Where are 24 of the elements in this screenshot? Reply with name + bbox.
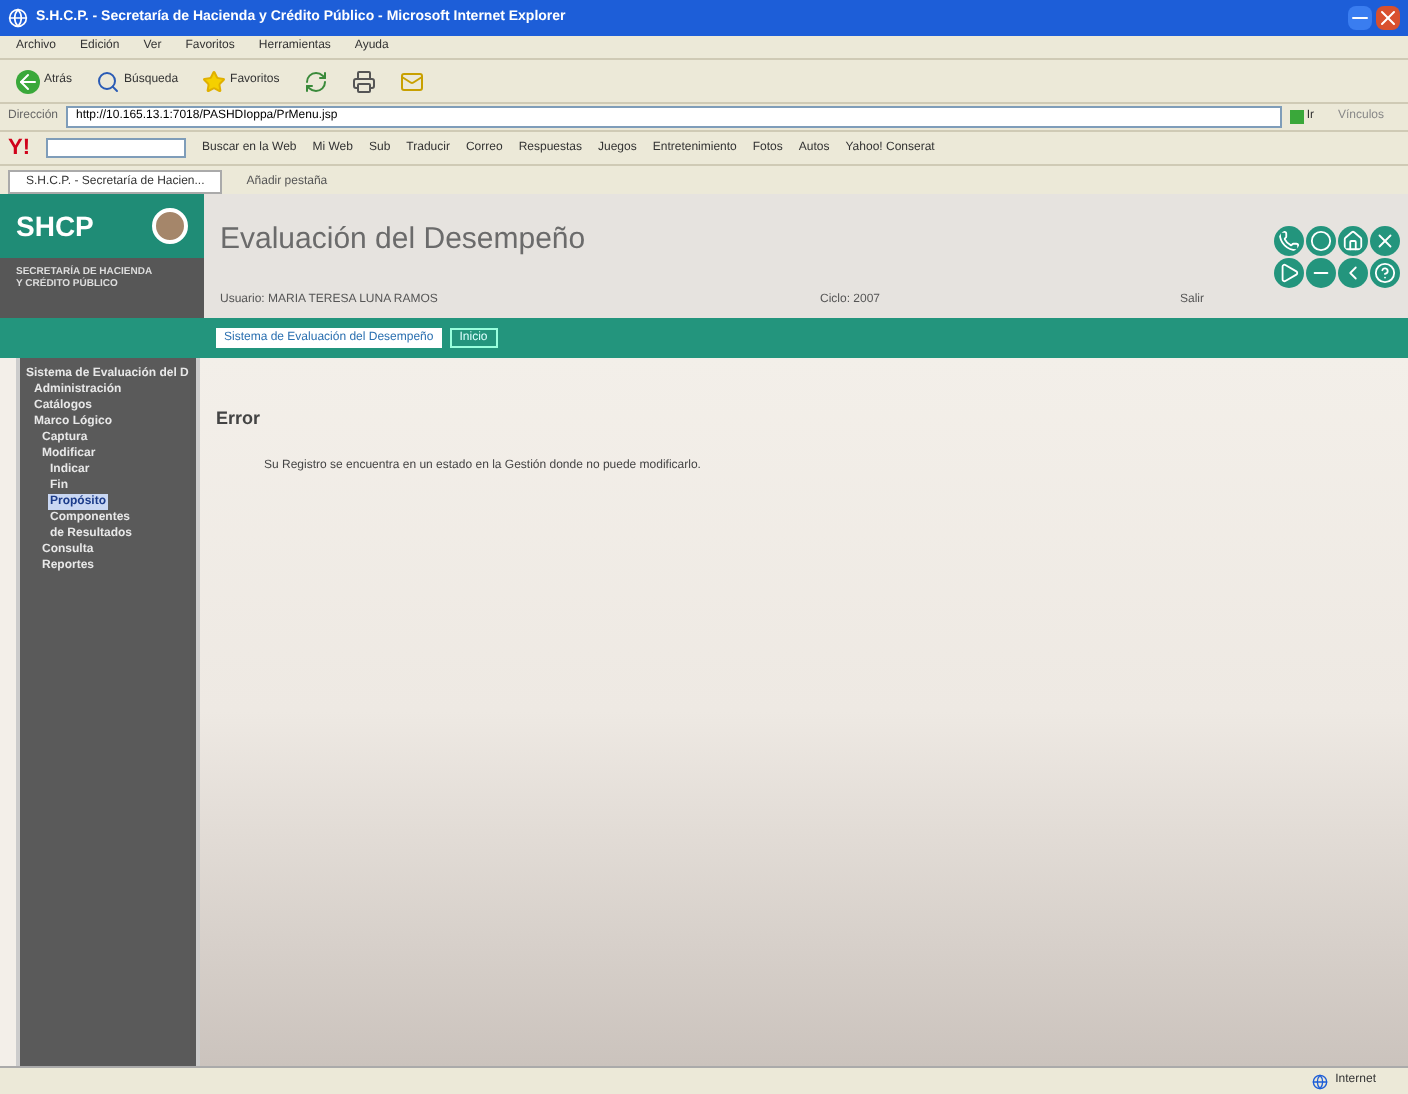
chevron-left-icon[interactable] (1338, 257, 1368, 287)
app-title: Evaluación del Desempeño (220, 220, 588, 260)
minus-icon[interactable] (1306, 257, 1336, 287)
home-icon[interactable] (1338, 225, 1368, 255)
back-icon (16, 69, 40, 93)
help-icon[interactable] (1370, 257, 1400, 287)
close-icon[interactable] (1376, 6, 1400, 30)
search-icon (96, 69, 121, 93)
browser-icon (8, 8, 28, 28)
toolbar-search-field[interactable] (46, 138, 186, 158)
yahoo-logo[interactable]: Y! (8, 137, 30, 159)
star-icon (202, 69, 227, 93)
close-icon[interactable] (1370, 225, 1400, 255)
mail-icon[interactable] (399, 69, 424, 93)
printer-icon[interactable] (351, 69, 376, 93)
play-icon[interactable] (1274, 257, 1304, 287)
refresh-icon[interactable] (303, 69, 328, 93)
globe-icon (1311, 1073, 1328, 1089)
shcp-logo: SHCP (16, 207, 94, 245)
circle-icon[interactable] (1306, 225, 1336, 255)
error-heading: Error (216, 406, 263, 432)
minimize-icon[interactable] (1348, 6, 1372, 30)
emblem-icon (152, 208, 188, 244)
phone-icon[interactable] (1274, 225, 1304, 255)
